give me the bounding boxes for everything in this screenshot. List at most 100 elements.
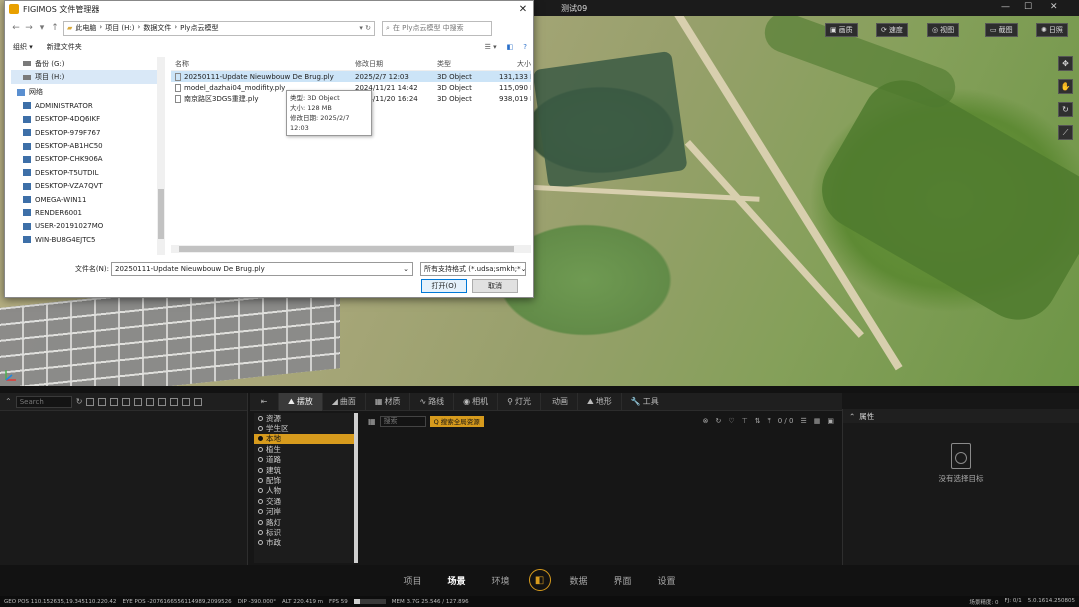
upload-icon[interactable]: ⤒ <box>768 417 771 426</box>
outliner-search-input[interactable]: Search <box>15 395 72 408</box>
library-tab[interactable]: ⚲ 灯光 <box>497 392 540 411</box>
file-list-scrollbar[interactable] <box>171 245 531 253</box>
sunlight-button[interactable]: ✺ 日照 <box>1036 23 1068 37</box>
move-tool-icon[interactable]: ✥ <box>1058 56 1073 71</box>
breadcrumb-item[interactable]: 数据文件 <box>143 23 171 33</box>
asset-search-input[interactable]: 搜索 <box>379 415 426 427</box>
rotate-tool-icon[interactable]: ↻ <box>1058 102 1073 117</box>
refresh-icon[interactable]: ↻ <box>716 417 722 425</box>
collapse-left-icon[interactable]: ⇤ <box>250 397 278 406</box>
library-tab[interactable]: ∿ 路线 <box>409 392 453 411</box>
category-item[interactable]: 道路 <box>254 455 358 465</box>
nav-environment[interactable]: 环境 <box>479 574 523 587</box>
category-item[interactable]: 路灯 <box>254 517 358 527</box>
sort-icon[interactable]: ⇅ <box>755 417 761 425</box>
library-tab[interactable]: ⛰ 摆放 <box>278 392 322 411</box>
forward-arrow-icon[interactable]: → <box>24 23 34 33</box>
up-arrow-icon[interactable]: ↑ <box>50 23 60 33</box>
refresh-icon[interactable]: ↻ <box>76 397 83 406</box>
new-folder-button[interactable]: 新建文件夹 <box>47 42 82 52</box>
toolbar-icon[interactable] <box>122 397 131 406</box>
preview-pane-icon[interactable]: ◧ <box>507 43 514 51</box>
nav-item[interactable]: DESKTOP-979F767 <box>11 126 163 139</box>
library-tab[interactable]: ▦ 材质 <box>364 392 410 411</box>
nav-project[interactable]: 项目 <box>391 574 435 587</box>
global-search-chip[interactable]: Q 搜索全局资源 <box>429 415 484 427</box>
nav-item[interactable]: DESKTOP-VZA7QVT <box>11 180 163 193</box>
library-tab[interactable]: ⛰ 地形 <box>577 392 621 411</box>
large-view-icon[interactable]: ▣ <box>827 417 834 425</box>
breadcrumb-item[interactable]: 此电脑 <box>75 23 96 33</box>
nav-interface[interactable]: 界面 <box>601 574 645 587</box>
minimize-icon[interactable]: — <box>1001 2 1010 12</box>
grid-icon[interactable]: ▦ <box>368 417 376 426</box>
nav-item[interactable]: 项目 (H:) <box>11 70 163 84</box>
app-logo-icon[interactable]: ◧ <box>528 569 551 591</box>
scrollbar-thumb[interactable] <box>158 189 164 239</box>
nav-item[interactable]: USER-20191027MO <box>11 220 163 233</box>
toolbar-icon[interactable] <box>98 397 107 406</box>
nav-item[interactable]: DESKTOP-AB1HC50 <box>11 139 163 152</box>
filter-icon[interactable]: ⊤ <box>742 417 748 425</box>
address-dropdown-icon[interactable]: ▾ ↻ <box>359 24 374 32</box>
nav-item[interactable]: DESKTOP-4DQ6IKF <box>11 113 163 126</box>
grid-view-icon[interactable]: ▦ <box>814 417 821 425</box>
nav-data[interactable]: 数据 <box>557 574 601 587</box>
breadcrumb-item[interactable]: 项目 (H:) <box>105 23 134 33</box>
toolbar-icon[interactable] <box>110 397 119 406</box>
library-tab[interactable]: ◉ 相机 <box>453 392 497 411</box>
nav-item[interactable]: RENDER6001 <box>11 206 163 219</box>
category-item[interactable]: 学生区 <box>254 423 358 433</box>
collapse-icon[interactable]: ⌃ <box>5 397 12 406</box>
category-item[interactable]: 河岸 <box>254 507 358 517</box>
toolbar-icon[interactable] <box>170 397 179 406</box>
help-icon[interactable]: ? <box>523 43 527 51</box>
category-item[interactable]: 市政 <box>254 538 358 548</box>
open-button[interactable]: 打开(O) <box>421 279 467 293</box>
delete-icon[interactable]: ⊗ <box>703 417 709 425</box>
view-mode-icon[interactable]: ☰ ▾ <box>485 43 497 51</box>
navigation-scrollbar[interactable] <box>157 57 165 255</box>
scrollbar-thumb[interactable] <box>179 246 514 252</box>
address-bar[interactable]: ▰ 此电脑 › 项目 (H:) › 数据文件 › Ply点云模型 ▾ ↻ <box>63 20 375 36</box>
category-item[interactable]: 植生 <box>254 444 358 454</box>
nav-scene[interactable]: 场景 <box>435 574 479 587</box>
quality-button[interactable]: ▣ 画质 <box>825 23 858 37</box>
toolbar-icon[interactable] <box>86 397 95 406</box>
measure-tool-icon[interactable]: ⟋ <box>1058 125 1073 140</box>
collapse-icon[interactable]: ⌃ <box>849 412 855 421</box>
speed-button[interactable]: ⟳ 速度 <box>876 23 908 37</box>
nav-item[interactable]: WIN-BU8G4EJTC5 <box>11 233 163 246</box>
category-item[interactable]: 资源 <box>254 413 358 423</box>
nav-item[interactable]: OMEGA-WIN11 <box>11 193 163 206</box>
list-view-icon[interactable]: ☰ <box>800 417 806 425</box>
column-type[interactable]: 类型 <box>433 59 499 69</box>
category-item[interactable]: 标识 <box>254 527 358 537</box>
category-item[interactable]: 本地 <box>254 433 358 445</box>
hand-tool-icon[interactable]: ✋ <box>1058 79 1073 94</box>
file-row[interactable]: 20250111-Update Nieuwbouw De Brug.ply 202… <box>171 71 531 82</box>
toolbar-icon[interactable] <box>134 397 143 406</box>
nav-item[interactable]: DESKTOP-CHK906A <box>11 153 163 166</box>
category-scrollbar[interactable] <box>354 413 358 563</box>
nav-settings[interactable]: 设置 <box>645 574 689 587</box>
back-arrow-icon[interactable]: ← <box>11 23 21 33</box>
screenshot-button[interactable]: ▭ 截图 <box>985 23 1018 37</box>
nav-item[interactable]: DESKTOP-T5UTDIL <box>11 166 163 179</box>
library-tab[interactable]: 🔧 工具 <box>620 392 668 411</box>
close-icon[interactable]: ✕ <box>1050 2 1058 12</box>
view-button[interactable]: ◎ 视图 <box>927 23 960 37</box>
toolbar-icon[interactable] <box>158 397 167 406</box>
folder-search-input[interactable]: ⌕ 在 Ply点云模型 中搜索 <box>382 20 492 36</box>
file-type-select[interactable]: 所有支持格式 (*.udsa;smkh;* ⌄ <box>420 262 526 276</box>
toolbar-icon[interactable] <box>182 397 191 406</box>
toolbar-icon[interactable] <box>194 397 203 406</box>
category-item[interactable]: 人物 <box>254 486 358 496</box>
nav-item[interactable]: 备份 (G:) <box>11 57 163 70</box>
toolbar-icon[interactable] <box>146 397 155 406</box>
category-item[interactable]: 配饰 <box>254 475 358 485</box>
dialog-close-icon[interactable]: ✕ <box>513 4 533 15</box>
library-tab[interactable]: 动画 <box>540 392 577 411</box>
filename-input[interactable]: 20250111-Update Nieuwbouw De Brug.ply ⌄ <box>111 262 413 276</box>
nav-item[interactable]: ADMINISTRATOR <box>11 99 163 112</box>
